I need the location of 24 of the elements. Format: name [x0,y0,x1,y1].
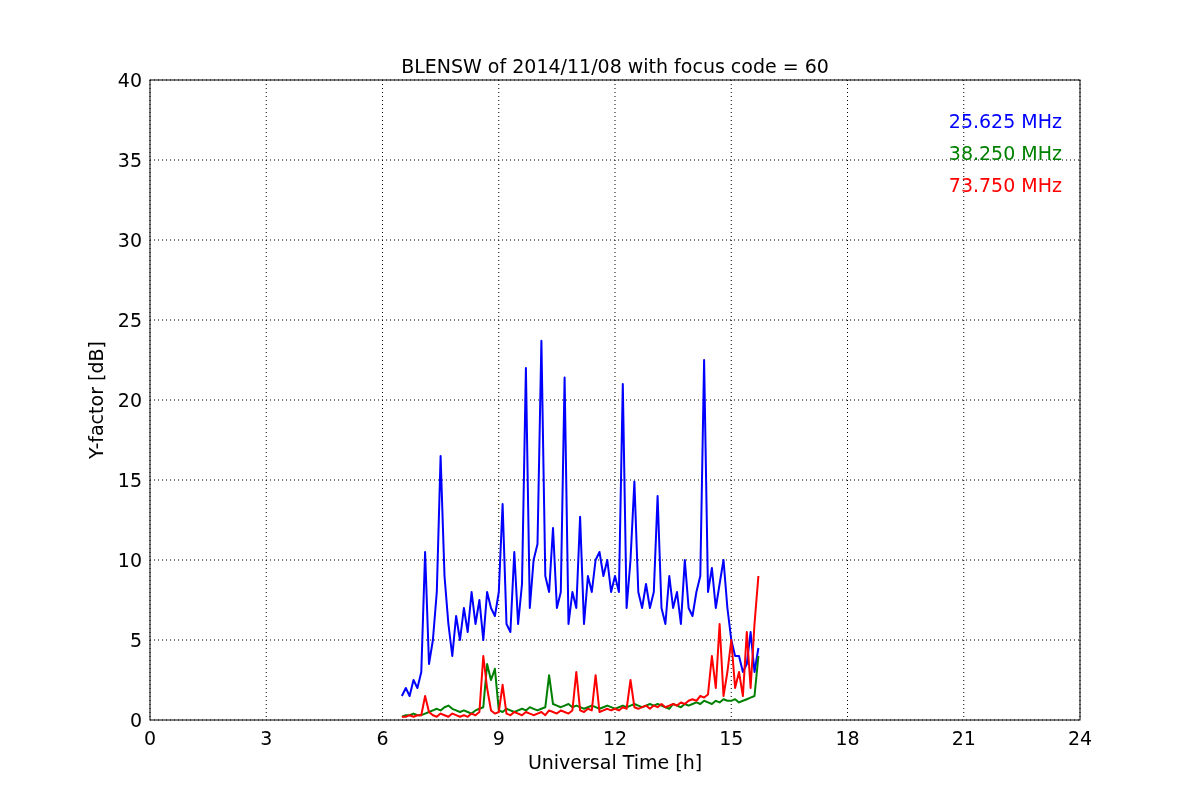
tick-label: 21 [951,727,976,749]
chart-title: BLENSW of 2014/11/08 with focus code = 60 [401,55,829,77]
tick-label: 30 [117,229,142,251]
tick-label: 0 [143,727,157,749]
tick-label: 3 [260,727,273,749]
tick-label: 5 [129,629,142,651]
tick-label: 24 [1067,727,1093,749]
tick-label: 18 [835,727,860,749]
tick-label: 6 [376,727,389,749]
tick-label: 20 [117,389,142,411]
legend-label: 25.625 MHz [948,110,1062,132]
tick-label: 15 [719,727,744,749]
legend-label: 38.250 MHz [948,142,1062,164]
x-axis-label: Universal Time [h] [527,751,703,773]
tick-label: 15 [117,469,142,491]
tick-label: 40 [117,69,142,91]
tick-label: 12 [602,727,628,749]
tick-label: 35 [117,149,142,171]
tick-label: 10 [117,549,142,571]
tick-label: 9 [492,727,505,749]
y-axis-label: Y-factor [dB] [85,341,107,459]
legend-label: 73.750 MHz [948,174,1062,196]
tick-label: 0 [129,709,142,731]
tick-label: 25 [117,309,142,331]
